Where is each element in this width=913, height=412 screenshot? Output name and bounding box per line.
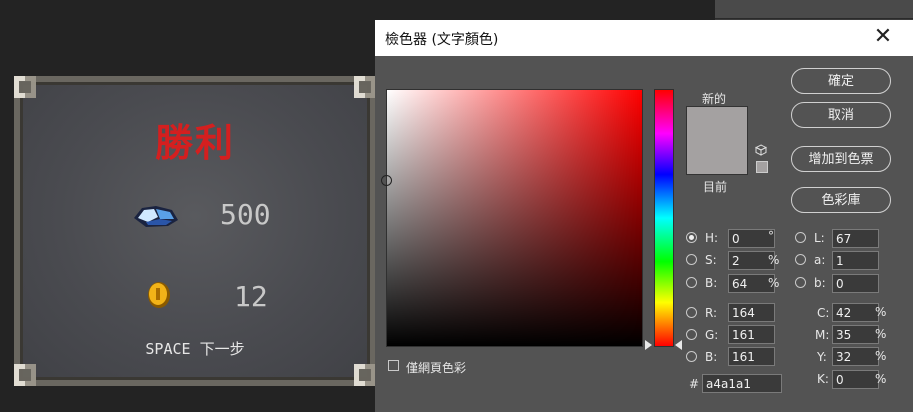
blue-input[interactable]: 161 bbox=[728, 347, 775, 366]
magenta-label: M: bbox=[815, 328, 830, 342]
black-input[interactable]: 0 bbox=[832, 370, 879, 389]
background-toolbar bbox=[715, 0, 913, 19]
victory-title: 勝利 bbox=[154, 120, 235, 165]
new-color-swatch bbox=[686, 106, 748, 141]
color-field-marker[interactable] bbox=[381, 175, 392, 186]
radio-brightness[interactable] bbox=[686, 277, 697, 288]
hue-slider-handle-right[interactable] bbox=[675, 340, 682, 350]
current-color-label: 目前 bbox=[703, 180, 728, 194]
black-unit: % bbox=[875, 372, 887, 386]
lab-a-label: a: bbox=[814, 253, 826, 267]
radio-green[interactable] bbox=[686, 329, 697, 340]
red-input[interactable]: 164 bbox=[728, 303, 775, 322]
yellow-input[interactable]: 32 bbox=[832, 347, 879, 366]
web-colors-only-checkbox[interactable] bbox=[388, 360, 399, 371]
brightness-unit: % bbox=[768, 276, 780, 290]
cyan-label: C: bbox=[817, 306, 830, 320]
corner-decoration-br bbox=[354, 364, 376, 386]
lightness-label: L: bbox=[814, 231, 825, 245]
ok-button[interactable]: 確定 bbox=[791, 68, 891, 94]
cyan-input[interactable]: 42 bbox=[832, 303, 879, 322]
current-color-swatch[interactable] bbox=[686, 140, 748, 175]
next-step-hint: SPACE 下一步 bbox=[145, 340, 245, 358]
corner-decoration-bl bbox=[14, 364, 36, 386]
web-colors-only-label: 僅網頁色彩 bbox=[406, 361, 467, 375]
radio-saturation[interactable] bbox=[686, 254, 697, 265]
dialog-title: 檢色器 (文字顏色) bbox=[385, 32, 499, 48]
hex-input[interactable]: a4a1a1 bbox=[702, 374, 782, 393]
add-to-swatches-button[interactable]: 增加到色票 bbox=[791, 146, 891, 172]
radio-lightness[interactable] bbox=[795, 232, 806, 243]
blue-label: B: bbox=[705, 350, 718, 364]
magenta-unit: % bbox=[875, 327, 887, 341]
green-input[interactable]: 161 bbox=[728, 325, 775, 344]
lab-b-input[interactable]: 0 bbox=[832, 274, 879, 293]
radio-hue[interactable] bbox=[686, 232, 697, 243]
hex-label: # bbox=[689, 377, 700, 391]
gem-count: 500 bbox=[220, 198, 271, 231]
hue-slider-handle-left[interactable] bbox=[645, 340, 652, 350]
lab-b-label: b: bbox=[814, 276, 826, 290]
black-label: K: bbox=[817, 372, 829, 386]
yellow-label: Y: bbox=[817, 350, 827, 364]
cancel-button[interactable]: 取消 bbox=[791, 102, 891, 128]
hue-label: H: bbox=[705, 231, 719, 245]
lab-a-input[interactable]: 1 bbox=[832, 251, 879, 270]
radio-red[interactable] bbox=[686, 307, 697, 318]
web-safe-cube-icon[interactable] bbox=[755, 144, 767, 156]
color-libraries-button[interactable]: 色彩庫 bbox=[791, 187, 891, 213]
green-label: G: bbox=[705, 328, 719, 342]
hue-slider[interactable] bbox=[654, 89, 674, 347]
corner-decoration-tr bbox=[354, 76, 376, 98]
new-color-label: 新的 bbox=[702, 92, 727, 106]
coin-icon bbox=[148, 282, 170, 308]
brightness-label: B: bbox=[705, 276, 718, 290]
yellow-unit: % bbox=[875, 349, 887, 363]
close-icon[interactable]: ✕ bbox=[872, 26, 894, 48]
saturation-label: S: bbox=[705, 253, 717, 267]
hue-unit: ° bbox=[768, 229, 774, 243]
radio-lab-a[interactable] bbox=[795, 254, 806, 265]
radio-blue[interactable] bbox=[686, 351, 697, 362]
dialog-titlebar: 檢色器 (文字顏色) ✕ bbox=[375, 20, 913, 56]
gem-icon bbox=[134, 206, 178, 227]
color-picker-dialog: 檢色器 (文字顏色) ✕ 新的 目前 確定 取消 增加到色票 色彩庫 H: 0 … bbox=[375, 20, 913, 412]
saturation-unit: % bbox=[768, 253, 780, 267]
corner-decoration-tl bbox=[14, 76, 36, 98]
lightness-input[interactable]: 67 bbox=[832, 229, 879, 248]
magenta-input[interactable]: 35 bbox=[832, 325, 879, 344]
web-safe-swatch[interactable] bbox=[756, 161, 768, 173]
coin-count: 12 bbox=[234, 280, 268, 313]
game-result-panel: 勝利 500 12 SPACE 下一步 bbox=[14, 76, 376, 386]
saturation-brightness-field[interactable] bbox=[386, 89, 643, 347]
red-label: R: bbox=[705, 306, 718, 320]
radio-lab-b[interactable] bbox=[795, 277, 806, 288]
cyan-unit: % bbox=[875, 305, 887, 319]
